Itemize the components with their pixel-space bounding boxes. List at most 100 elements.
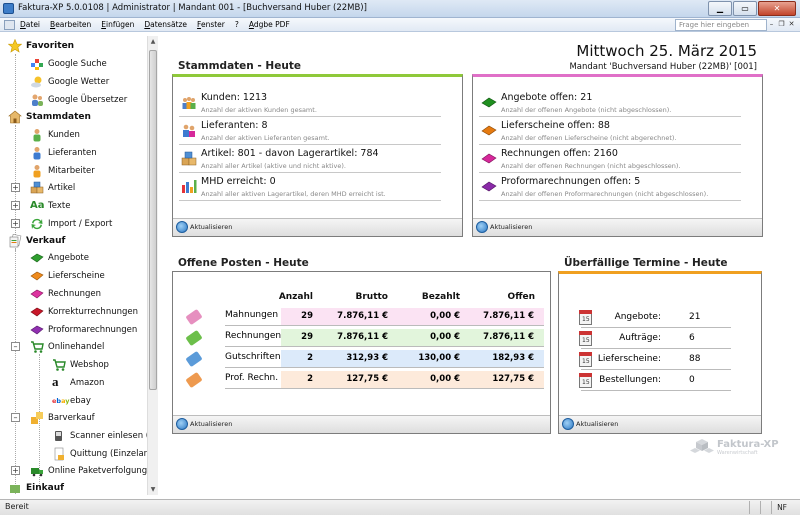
row-name: Rechnungen: [225, 331, 282, 341]
nav-item-proformarechnungen[interactable]: Proformarechnungen: [30, 321, 137, 339]
col-brutto-header: Brutto: [355, 292, 389, 302]
verkauf-refresh-button[interactable]: Aktualisieren: [476, 221, 532, 233]
status-nf: NF: [771, 501, 792, 514]
nav-item-webshop[interactable]: Webshop: [52, 356, 109, 374]
maximize-button[interactable]: ▭: [733, 1, 757, 16]
mdi-close-button[interactable]: ✕: [787, 19, 796, 30]
nav-item-mitarbeiter[interactable]: Mitarbeiter: [30, 162, 95, 180]
termin-row[interactable]: 15 Aufträge: 6: [579, 329, 731, 349]
nav-item-amazon[interactable]: a Amazon: [52, 374, 104, 392]
nav-item-import-export[interactable]: Import / Export: [30, 215, 112, 233]
green-book-icon: [30, 251, 44, 265]
termine-refresh-button[interactable]: Aktualisieren: [562, 418, 618, 430]
menu-adgbe-pdf[interactable]: Adgbe PDF: [249, 19, 290, 31]
nav-item-texte[interactable]: Aa Texte: [30, 197, 70, 215]
nav-group-verkauf[interactable]: Verkauf: [8, 232, 65, 250]
nav-item-google-suche[interactable]: Google Suche: [30, 55, 107, 73]
nav-item-online-paketverfolgung[interactable]: Online Paketverfolgung: [30, 462, 147, 480]
help-search-input[interactable]: [675, 19, 767, 31]
price-tag-icon: [185, 308, 203, 326]
app-icon[interactable]: [3, 3, 14, 14]
scanner-icon: [52, 429, 66, 443]
expand-import-export-icon[interactable]: +: [11, 219, 20, 228]
nav-item-lieferscheine[interactable]: Lieferscheine: [30, 267, 105, 285]
minimize-button[interactable]: ▁: [708, 1, 732, 16]
stat-artikel: Artikel: 801 - davon Lagerartikel: 784 A…: [179, 147, 441, 173]
verkauf-panel: Angebote offen: 21 Anzahl der offenen An…: [472, 74, 763, 237]
stat-lieferscheine: Lieferscheine offen: 88 Anzahl der offen…: [479, 119, 741, 145]
termin-label: Aufträge:: [619, 333, 661, 343]
nav-item-kunden[interactable]: Kunden: [30, 126, 80, 144]
stat-proformarechnungen: Proformarechnungen offen: 5 Anzahl der o…: [479, 175, 741, 201]
menu-datensaetze[interactable]: Datensätze: [144, 19, 187, 31]
collapse-barverkauf-icon[interactable]: –: [11, 413, 20, 422]
nav-item-onlinehandel[interactable]: Onlinehandel: [30, 338, 104, 356]
expand-texte-icon[interactable]: +: [11, 201, 20, 210]
termin-row[interactable]: 15 Bestellungen: 0: [579, 371, 731, 391]
menu-datei[interactable]: Datei: [20, 19, 40, 31]
house-icon: [8, 110, 22, 124]
termin-value: 88: [689, 354, 701, 364]
nav-group-stammdaten[interactable]: Stammdaten: [8, 108, 91, 126]
sync-arrows-icon: [30, 217, 44, 231]
calendar-icon: 15: [579, 373, 592, 388]
nav-group-einkauf[interactable]: Einkauf: [8, 479, 64, 495]
title-bar: Faktura-XP 5.0.0108 | Administrator | Ma…: [0, 0, 800, 18]
nav-item-lieferanten[interactable]: Lieferanten: [30, 144, 97, 162]
nav-item-google-uebersetzer[interactable]: Google Übersetzer: [30, 91, 127, 109]
offene-posten-panel: Anzahl Brutto Bezahlt Offen Mahnungen 29 7…: [172, 271, 551, 434]
window-title: Faktura-XP 5.0.0108 | Administrator | Ma…: [18, 3, 367, 13]
document-menu-icon[interactable]: [4, 20, 15, 30]
menu-help[interactable]: ?: [235, 19, 239, 31]
nav-item-angebote[interactable]: Angebote: [30, 249, 89, 267]
offene-posten-refresh-button[interactable]: Aktualisieren: [176, 418, 232, 430]
stammdaten-panel: Kunden: 1213 Anzahl der aktiven Kunden g…: [172, 74, 463, 237]
offene-posten-row[interactable]: Rechnungen 29 7.876,11 € 0,00 € 7.876,11 €: [225, 329, 544, 347]
row-name: Mahnungen: [225, 310, 279, 320]
expand-artikel-icon[interactable]: +: [11, 183, 20, 192]
termin-label: Lieferscheine:: [597, 354, 661, 364]
nav-item-ebay[interactable]: ebay ebay: [52, 392, 91, 410]
offene-posten-row[interactable]: Prof. Rechn. 2 127,75 € 0,00 € 127,75 €: [225, 371, 544, 389]
dashboard: Mittwoch 25. März 2015 Mandant 'Buchvers…: [160, 36, 800, 495]
close-button[interactable]: ✕: [758, 1, 796, 16]
scroll-up-button[interactable]: ▲: [148, 36, 158, 47]
nav-item-korrekturrechnungen[interactable]: Korrekturrechnungen: [30, 303, 138, 321]
offene-posten-row[interactable]: Gutschriften 2 312,93 € 130,00 € 182,93 €: [225, 350, 544, 368]
status-bar: Bereit NF: [0, 499, 800, 515]
mdi-restore-button[interactable]: ❐: [777, 19, 786, 30]
scroll-thumb[interactable]: [149, 50, 157, 390]
row-offen: 7.876,11 €: [483, 332, 534, 342]
stammdaten-refresh-button[interactable]: Aktualisieren: [176, 221, 232, 233]
menu-bar: Datei Bearbeiten Einfügen Datensätze Fen…: [0, 18, 800, 32]
nav-item-artikel[interactable]: Artikel: [30, 179, 75, 197]
documents-stack-icon: [8, 233, 22, 248]
row-anzahl: 2: [307, 353, 313, 363]
collapse-onlinehandel-icon[interactable]: –: [11, 342, 20, 351]
termin-row[interactable]: 15 Lieferscheine: 88: [579, 350, 731, 370]
articles-boxes-icon: [181, 151, 197, 166]
menu-bearbeiten[interactable]: Bearbeiten: [50, 19, 91, 31]
boxes-icon: [30, 181, 44, 195]
menu-fenster[interactable]: Fenster: [197, 19, 225, 31]
nav-item-scanner-einlesen[interactable]: Scanner einlesen (Bar: [52, 427, 147, 445]
nav-item-rechnungen[interactable]: Rechnungen: [30, 285, 101, 303]
truck-icon: [30, 464, 44, 478]
row-brutto: 7.876,11 €: [337, 332, 388, 342]
nav-group-favoriten[interactable]: Favoriten: [7, 37, 74, 55]
sidebar-scrollbar[interactable]: ▲ ▼: [147, 36, 158, 495]
menu-einfuegen[interactable]: Einfügen: [101, 19, 134, 31]
nav-item-google-wetter[interactable]: Google Wetter: [30, 73, 109, 91]
mdi-minimize-button[interactable]: –: [767, 19, 776, 30]
logo-cubes-icon: [690, 438, 714, 458]
nav-item-quittung[interactable]: Quittung (Einzelartikel): [52, 445, 147, 463]
scroll-down-button[interactable]: ▼: [148, 484, 158, 495]
expand-paketverfolgung-icon[interactable]: +: [11, 466, 20, 475]
col-bezahlt-header: Bezahlt: [421, 292, 460, 302]
webshop-cart-icon: [52, 358, 66, 372]
price-tag-icon: [185, 350, 203, 368]
row-bezahlt: 0,00 €: [430, 374, 460, 384]
offene-posten-row[interactable]: Mahnungen 29 7.876,11 € 0,00 € 7.876,11 €: [225, 308, 544, 326]
termin-row[interactable]: 15 Angebote: 21: [579, 308, 731, 328]
refresh-icon: [562, 418, 574, 430]
